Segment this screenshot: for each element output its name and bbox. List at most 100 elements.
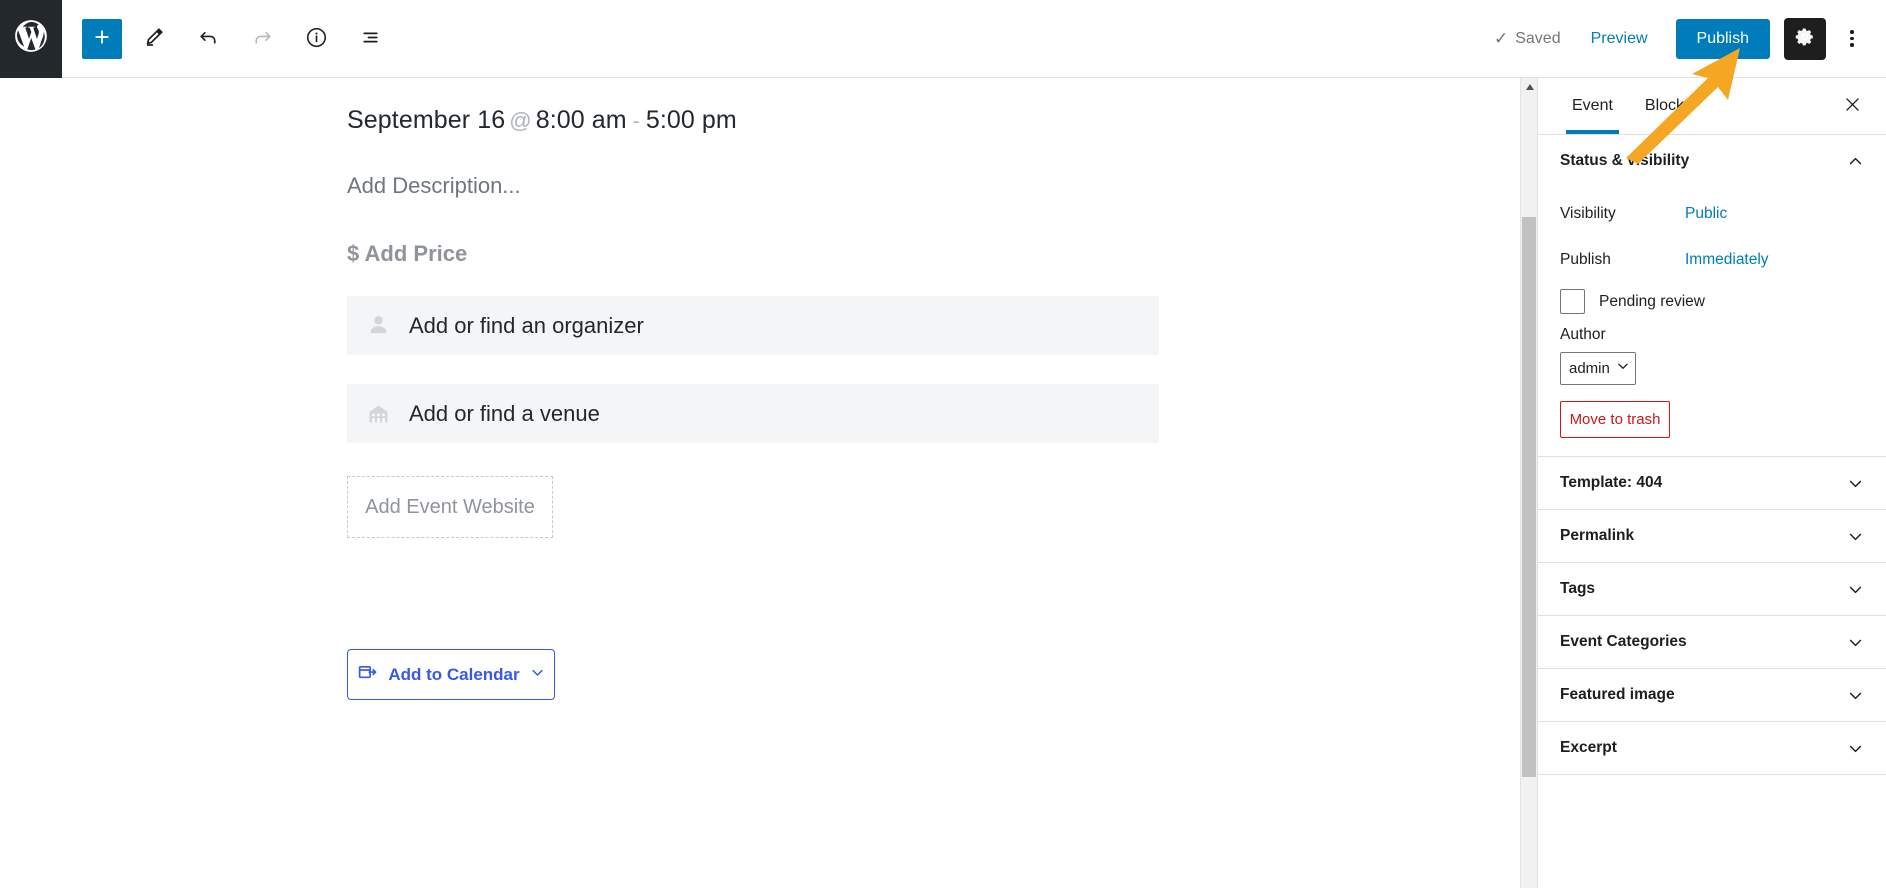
template-panel: Template: 404: [1538, 457, 1886, 510]
three-dots-vertical-icon: [1850, 30, 1854, 47]
chevron-down-icon[interactable]: [1846, 580, 1864, 598]
chevron-down-icon[interactable]: [1846, 474, 1864, 492]
event-end-time[interactable]: 5:00 pm: [646, 106, 737, 134]
status-visibility-body: Visibility Public Publish Immediately Pe…: [1538, 187, 1886, 456]
sidebar-close-button[interactable]: [1836, 90, 1868, 122]
template-panel-header[interactable]: Template: 404: [1538, 457, 1886, 509]
scrollbar-thumb[interactable]: [1522, 217, 1536, 777]
event-organizer-field[interactable]: Add or find an organizer: [347, 296, 1159, 355]
author-select[interactable]: admin: [1560, 352, 1636, 385]
preview-button[interactable]: Preview: [1575, 22, 1664, 56]
status-visibility-header[interactable]: Status & visibility: [1538, 135, 1886, 187]
at-symbol: @: [505, 108, 535, 133]
pending-review-row: Pending review: [1560, 289, 1864, 314]
redo-button[interactable]: [240, 17, 284, 61]
building-icon: [347, 400, 409, 427]
organizer-label: Add or find an organizer: [409, 313, 644, 339]
add-to-calendar-label: Add to Calendar: [388, 665, 519, 685]
undo-button[interactable]: [186, 17, 230, 61]
event-categories-panel: Event Categories: [1538, 616, 1886, 669]
scroll-up-arrow-icon[interactable]: [1521, 78, 1538, 95]
saved-status-indicator: ✓ Saved: [1480, 29, 1575, 49]
publish-button[interactable]: Publish: [1676, 19, 1770, 59]
excerpt-panel-title: Excerpt: [1560, 739, 1617, 757]
list-view-icon: [358, 25, 383, 53]
more-options-button[interactable]: [1834, 18, 1870, 60]
publish-date-button[interactable]: Immediately: [1685, 251, 1769, 269]
event-venue-field[interactable]: Add or find a venue: [347, 384, 1159, 443]
featured-image-panel: Featured image: [1538, 669, 1886, 722]
excerpt-panel-header[interactable]: Excerpt: [1538, 722, 1886, 774]
add-block-button[interactable]: [82, 19, 122, 59]
featured-image-panel-title: Featured image: [1560, 686, 1675, 704]
event-categories-panel-title: Event Categories: [1560, 633, 1687, 651]
event-website-label: Add Event Website: [365, 496, 535, 519]
saved-label: Saved: [1515, 30, 1560, 48]
edit-tool-button[interactable]: [132, 17, 176, 61]
pending-review-label: Pending review: [1599, 293, 1705, 311]
event-website-field[interactable]: Add Event Website: [347, 476, 553, 538]
redo-arrow-icon: [250, 25, 275, 53]
pending-review-checkbox[interactable]: [1560, 289, 1585, 314]
pencil-icon: [142, 25, 166, 52]
chevron-down-icon: [1616, 359, 1630, 378]
status-visibility-panel: Status & visibility Visibility Public Pu…: [1538, 135, 1886, 457]
sidebar-tab-bar: Event Block: [1538, 78, 1886, 135]
move-to-trash-button[interactable]: Move to trash: [1560, 401, 1670, 438]
editor-tools-left: [82, 17, 392, 61]
event-datetime-field[interactable]: September 16@8:00 am-5:00 pm: [347, 106, 1520, 135]
event-price-field[interactable]: $ Add Price: [347, 241, 1520, 267]
event-description-field[interactable]: Add Description...: [347, 173, 1520, 199]
person-icon: [347, 312, 409, 339]
tags-panel-header[interactable]: Tags: [1538, 563, 1886, 615]
wordpress-logo-icon: [12, 17, 50, 60]
plus-icon: [91, 26, 113, 51]
calendar-export-icon: [357, 662, 378, 688]
permalink-panel: Permalink: [1538, 510, 1886, 563]
permalink-panel-title: Permalink: [1560, 527, 1634, 545]
settings-sidebar: Event Block Status & visibility Visibili…: [1537, 78, 1886, 888]
author-value: admin: [1569, 360, 1610, 377]
publish-date-row: Publish Immediately: [1560, 237, 1864, 283]
visibility-row: Visibility Public: [1560, 191, 1864, 237]
info-circle-icon: [304, 25, 329, 53]
settings-toggle-button[interactable]: [1784, 18, 1826, 60]
visibility-label: Visibility: [1560, 205, 1685, 223]
chevron-down-icon[interactable]: [1846, 633, 1864, 651]
close-icon: [1843, 95, 1862, 117]
undo-arrow-icon: [196, 25, 221, 53]
details-button[interactable]: [294, 17, 338, 61]
tab-event[interactable]: Event: [1556, 78, 1629, 134]
tags-panel: Tags: [1538, 563, 1886, 616]
tags-panel-title: Tags: [1560, 580, 1595, 598]
template-panel-title: Template: 404: [1560, 474, 1662, 492]
time-range-dash: -: [627, 110, 646, 133]
chevron-down-icon[interactable]: [1846, 686, 1864, 704]
wordpress-logo-button[interactable]: [0, 0, 62, 78]
list-view-button[interactable]: [348, 17, 392, 61]
add-to-calendar-button[interactable]: Add to Calendar: [347, 649, 555, 700]
chevron-down-icon[interactable]: [1846, 527, 1864, 545]
status-visibility-title: Status & visibility: [1560, 152, 1689, 170]
permalink-panel-header[interactable]: Permalink: [1538, 510, 1886, 562]
editor-top-bar: ✓ Saved Preview Publish: [0, 0, 1886, 78]
featured-image-panel-header[interactable]: Featured image: [1538, 669, 1886, 721]
editor-canvas: September 16@8:00 am-5:00 pm Add Descrip…: [0, 78, 1520, 888]
chevron-up-icon[interactable]: [1846, 152, 1864, 170]
canvas-scrollbar[interactable]: [1520, 78, 1537, 888]
visibility-value-button[interactable]: Public: [1685, 205, 1727, 223]
publish-label: Publish: [1560, 251, 1685, 269]
event-categories-panel-header[interactable]: Event Categories: [1538, 616, 1886, 668]
author-label: Author: [1560, 326, 1864, 344]
event-date[interactable]: September 16: [347, 106, 505, 134]
editor-tools-right: ✓ Saved Preview Publish: [1480, 18, 1886, 60]
gear-icon: [1794, 26, 1816, 51]
chevron-down-icon[interactable]: [1846, 739, 1864, 757]
excerpt-panel: Excerpt: [1538, 722, 1886, 775]
check-icon: ✓: [1494, 29, 1508, 49]
event-start-time[interactable]: 8:00 am: [536, 106, 627, 134]
venue-label: Add or find a venue: [409, 401, 600, 427]
tab-block[interactable]: Block: [1629, 78, 1700, 134]
chevron-down-icon: [530, 665, 545, 685]
event-content-area: September 16@8:00 am-5:00 pm Add Descrip…: [0, 78, 1520, 700]
